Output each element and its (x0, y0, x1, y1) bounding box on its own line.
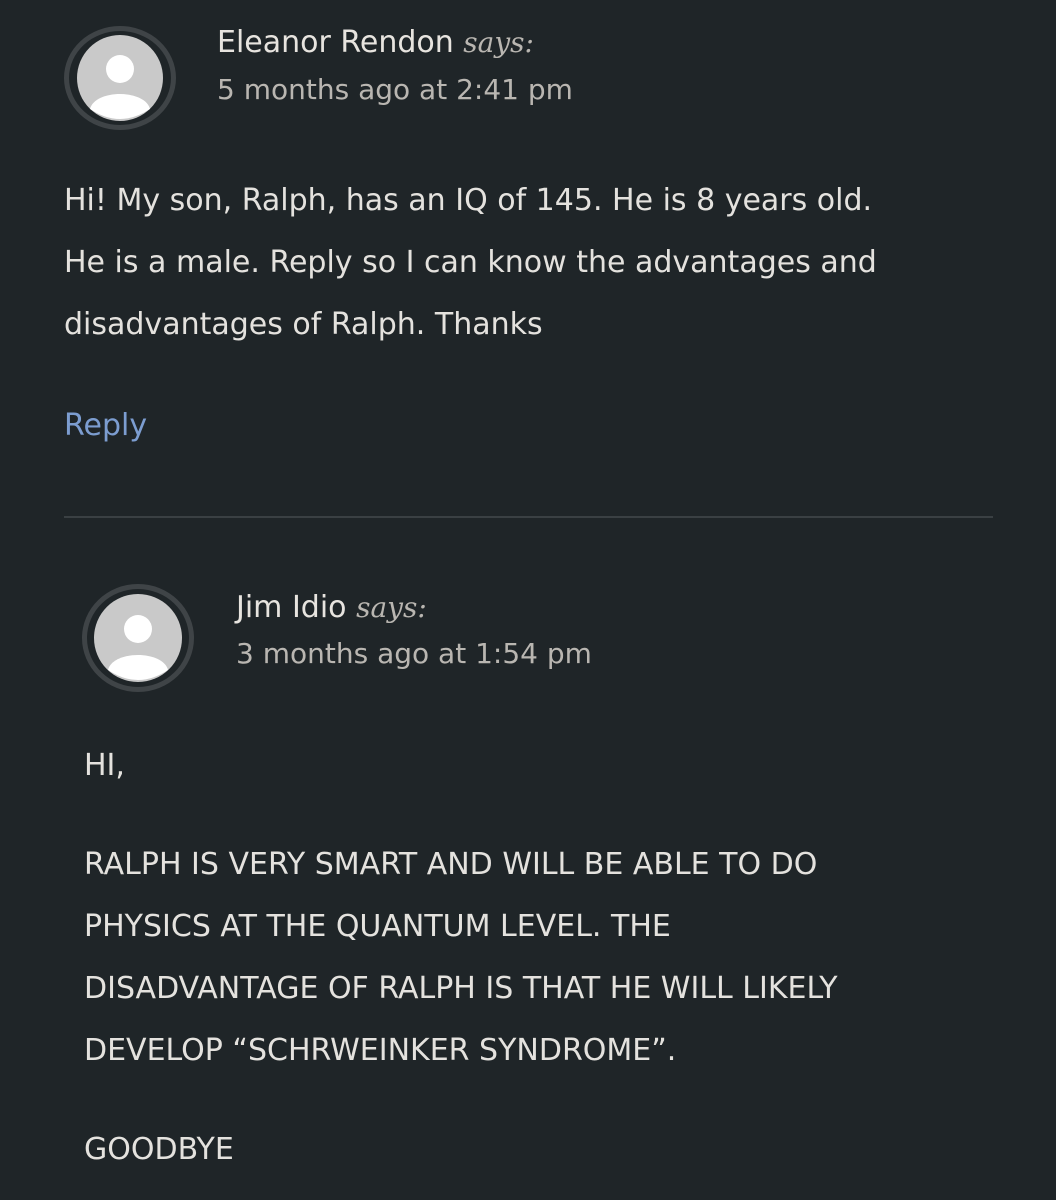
says-label: says: (463, 26, 534, 59)
comment-signoff: GOODBYE (84, 1119, 234, 1181)
default-user-avatar-icon (82, 584, 194, 692)
default-user-avatar-icon (64, 26, 176, 130)
comment-author-line: Jim Idio says: (236, 588, 427, 628)
comments-page: Eleanor Rendon says: 5 months ago at 2:4… (0, 0, 1056, 1200)
comment-body-line: RALPH IS VERY SMART AND WILL BE ABLE TO … (84, 847, 818, 882)
comment-greeting: HI, (84, 735, 125, 797)
comment-body-line: He is a male. Reply so I can know the ad… (64, 245, 877, 280)
comment-body-line: DEVELOP “SCHRWEINKER SYNDROME”. (84, 1033, 677, 1068)
comment-author-line: Eleanor Rendon says: (217, 23, 534, 63)
comment-divider (64, 516, 993, 518)
comment-body-line: GOODBYE (84, 1132, 234, 1167)
says-label: says: (356, 591, 427, 624)
comment-author-name[interactable]: Eleanor Rendon (217, 25, 454, 60)
comment-body: Hi! My son, Ralph, has an IQ of 145. He … (64, 170, 877, 356)
comment-timestamp[interactable]: 3 months ago at 1:54 pm (236, 634, 592, 674)
comment-body-line: HI, (84, 748, 125, 783)
comment-body-line: Hi! My son, Ralph, has an IQ of 145. He … (64, 183, 873, 218)
comment-body-line: DISADVANTAGE OF RALPH IS THAT HE WILL LI… (84, 971, 838, 1006)
comment-body-line: disadvantages of Ralph. Thanks (64, 307, 543, 342)
comment-timestamp[interactable]: 5 months ago at 2:41 pm (217, 70, 573, 110)
comment-body-line: PHYSICS AT THE QUANTUM LEVEL. THE (84, 909, 671, 944)
comment-author-name[interactable]: Jim Idio (236, 590, 347, 625)
comment-body: RALPH IS VERY SMART AND WILL BE ABLE TO … (84, 834, 838, 1082)
reply-link[interactable]: Reply (64, 406, 147, 446)
